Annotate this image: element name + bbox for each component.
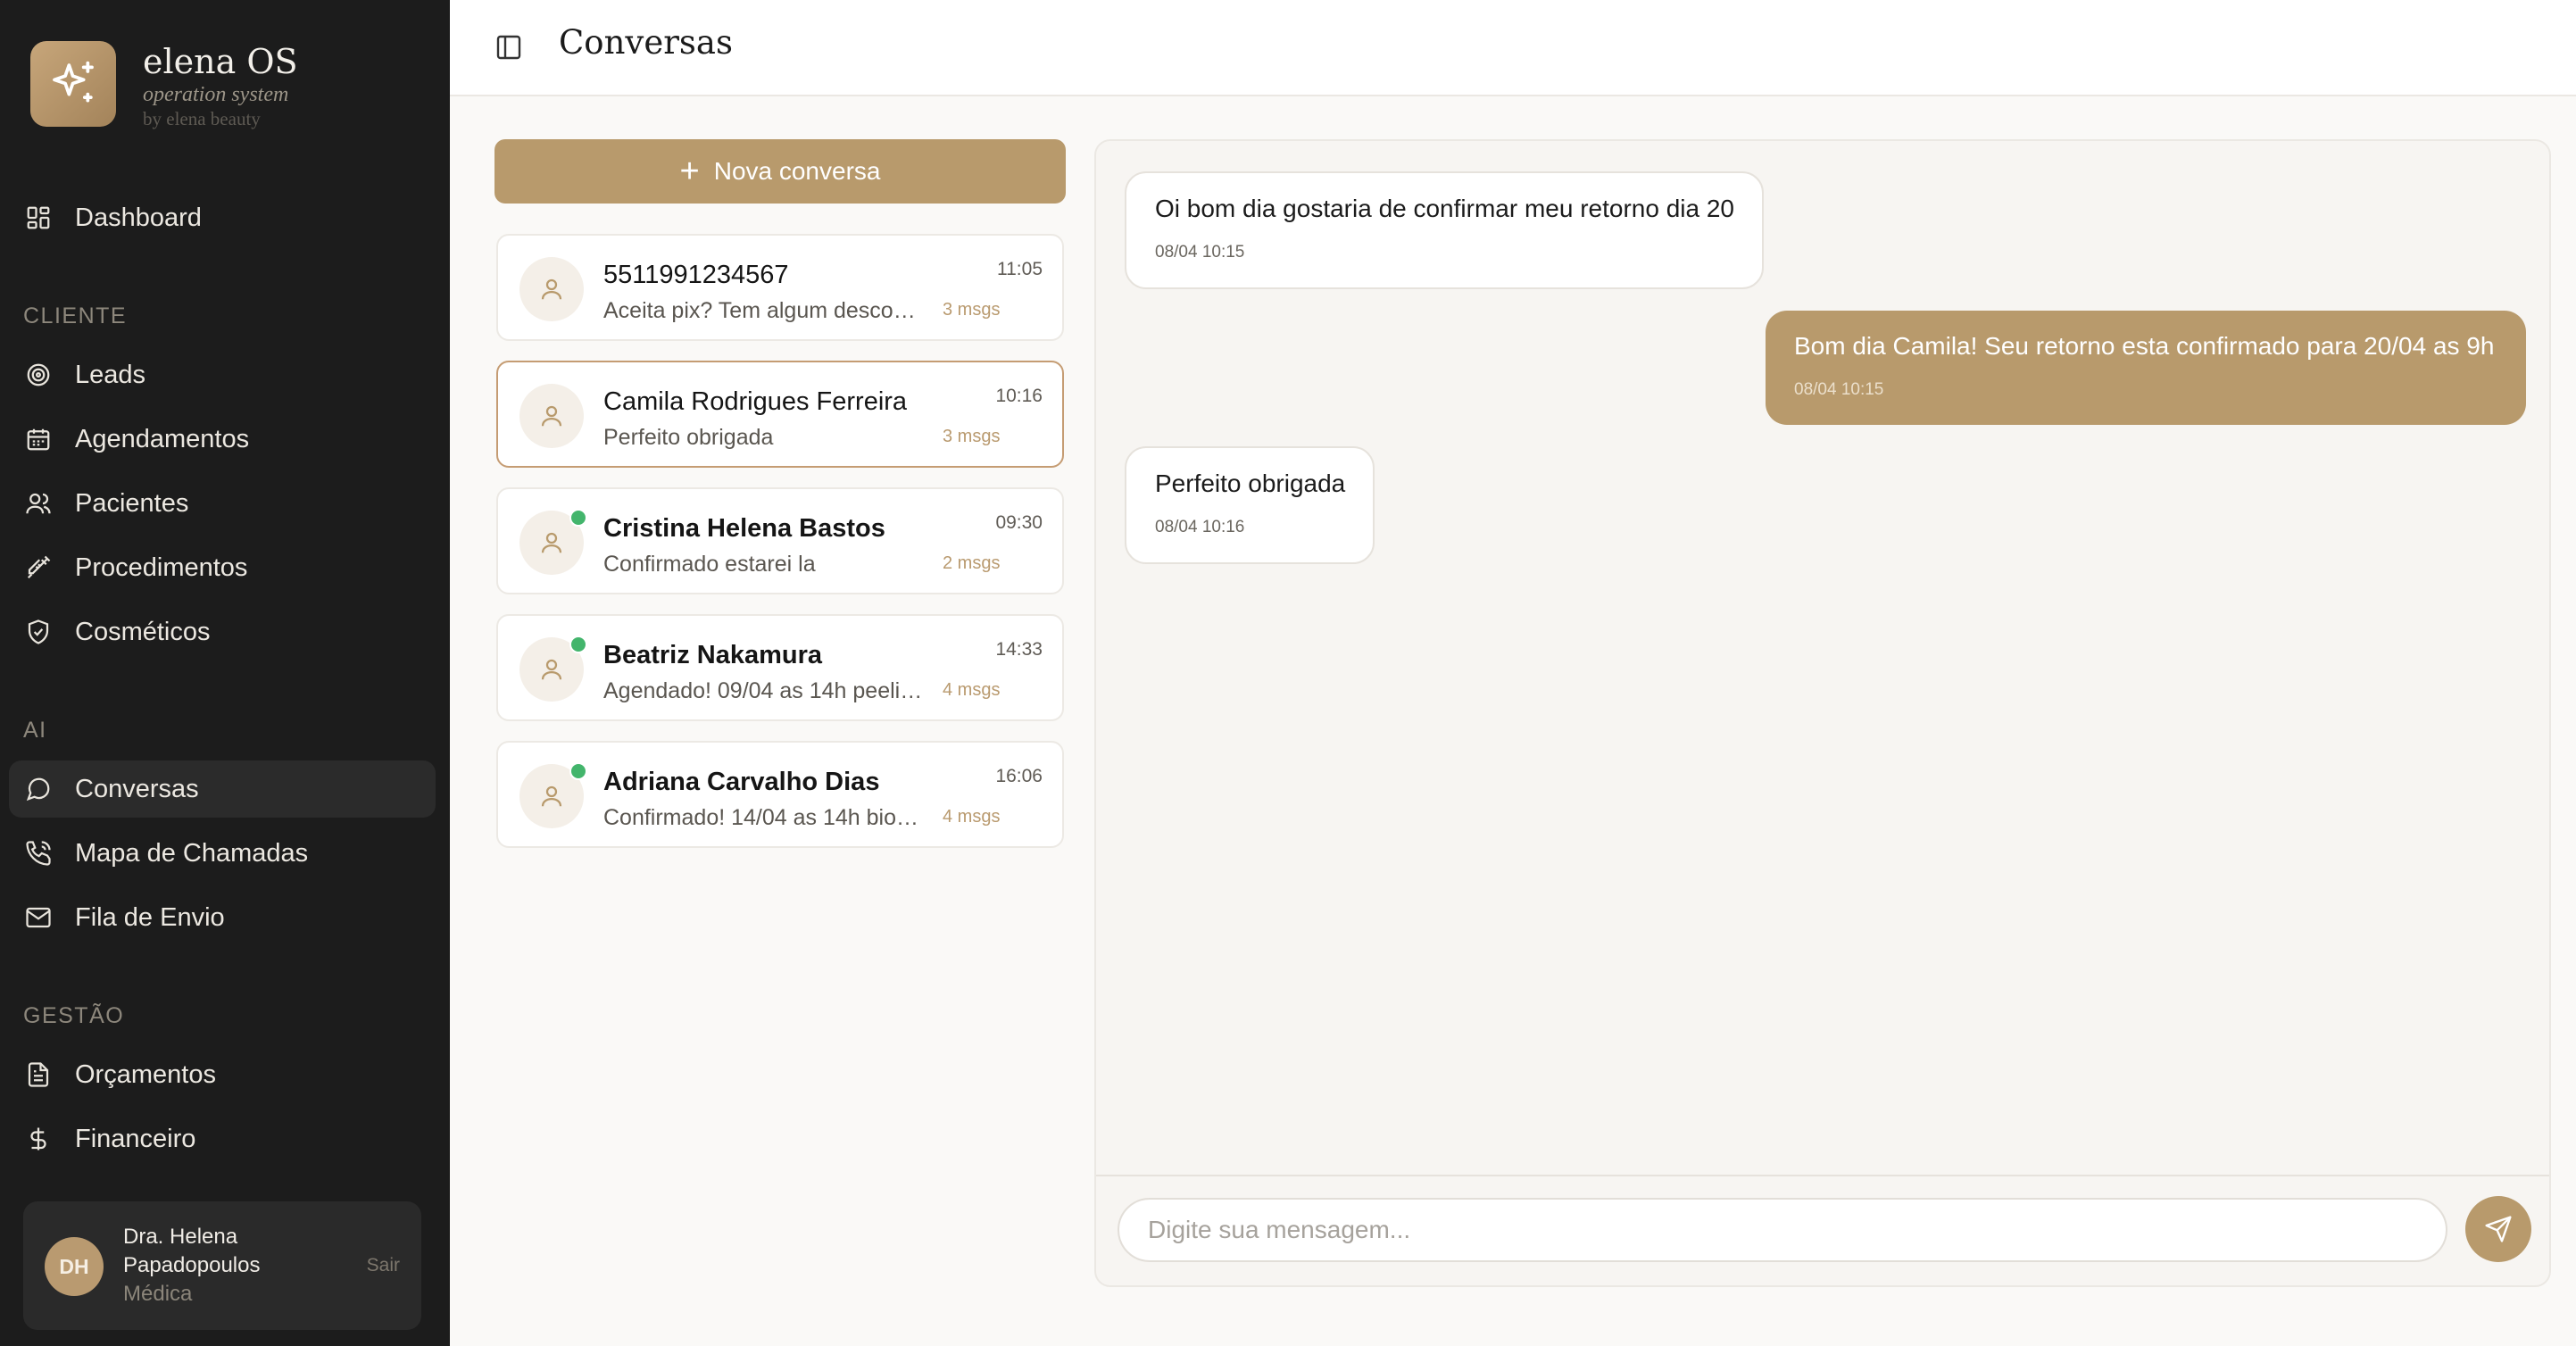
message-bubble-incoming: Perfeito obrigada 08/04 10:16	[1125, 446, 1375, 564]
dashboard-icon	[23, 203, 54, 233]
syringe-icon	[23, 553, 54, 583]
online-status-dot	[569, 636, 587, 653]
sidebar-item-label: Mapa de Chamadas	[75, 838, 309, 868]
top-bar: Conversas	[450, 0, 2576, 96]
brand: elena OS operation system by elena beaut…	[30, 41, 298, 130]
page-title: Conversas	[559, 23, 733, 62]
message-circle-icon	[23, 774, 54, 804]
conversation-count: 4 msgs	[943, 807, 1001, 827]
message-text: Oi bom dia gostaria de confirmar meu ret…	[1155, 195, 1734, 222]
message-bubble-incoming: Oi bom dia gostaria de confirmar meu ret…	[1125, 171, 1764, 289]
sidebar-item-conversas[interactable]: Conversas	[9, 760, 436, 818]
section-label-ai: AI	[23, 718, 47, 743]
sidebar-item-pacientes[interactable]: Pacientes	[9, 475, 436, 532]
sidebar-item-procedimentos[interactable]: Procedimentos	[9, 539, 436, 596]
conversation-count: 3 msgs	[943, 427, 1001, 446]
conversation-item[interactable]: 5511991234567 Aceita pix? Tem algum desc…	[496, 234, 1064, 341]
conversation-name: Adriana Carvalho Dias	[603, 768, 880, 796]
online-status-dot	[569, 762, 587, 780]
send-button[interactable]	[2465, 1196, 2531, 1262]
user-icon	[519, 257, 584, 321]
sidebar-item-label: Procedimentos	[75, 553, 248, 582]
user-role: Médica	[123, 1282, 193, 1306]
chat-panel: Oi bom dia gostaria de confirmar meu ret…	[1094, 139, 2551, 1287]
sidebar-item-label: Cosméticos	[75, 617, 211, 646]
conversation-preview: Confirmado! 14/04 as 14h bioestimulador	[603, 805, 923, 830]
conversation-count: 4 msgs	[943, 680, 1001, 700]
mail-icon	[23, 902, 54, 933]
sidebar-toggle-icon[interactable]	[491, 29, 527, 65]
sidebar-item-label: Leads	[75, 360, 146, 389]
conversation-name: 5511991234567	[603, 261, 789, 289]
sidebar-item-financeiro[interactable]: Financeiro	[9, 1110, 436, 1167]
sidebar: elena OS operation system by elena beaut…	[0, 0, 450, 1346]
sidebar-item-label: Fila de Envio	[75, 902, 225, 932]
conversation-count: 2 msgs	[943, 553, 1001, 573]
calendar-icon	[23, 424, 54, 454]
sidebar-item-label: Agendamentos	[75, 424, 250, 453]
section-label-gestao: GESTÃO	[23, 1003, 125, 1028]
conversation-time: 10:16	[995, 386, 1043, 406]
conversation-item[interactable]: Cristina Helena Bastos Confirmado estare…	[496, 487, 1064, 594]
new-conversation-label: Nova conversa	[713, 157, 881, 185]
avatar: DH	[45, 1237, 104, 1296]
user-card: DH Dra. Helena Papadopoulos Médica Sair	[23, 1201, 421, 1330]
target-icon	[23, 360, 54, 390]
conversation-preview: Perfeito obrigada	[603, 425, 774, 450]
brand-byline: by elena beauty	[143, 108, 261, 129]
shield-check-icon	[23, 617, 54, 647]
sidebar-item-label: Financeiro	[75, 1124, 196, 1153]
conversation-item[interactable]: Beatriz Nakamura Agendado! 09/04 as 14h …	[496, 614, 1064, 721]
conversation-time: 11:05	[997, 259, 1043, 279]
sidebar-item-label: Orçamentos	[75, 1059, 216, 1089]
brand-title: elena OS	[143, 42, 298, 81]
composer-divider	[1096, 1175, 2549, 1176]
sparkles-logo-icon	[30, 41, 116, 127]
conversation-item-selected[interactable]: Camila Rodrigues Ferreira Perfeito obrig…	[496, 361, 1064, 468]
message-text: Perfeito obrigada	[1155, 469, 1346, 497]
online-status-dot	[569, 509, 587, 527]
message-input[interactable]	[1118, 1198, 2447, 1262]
sidebar-item-label: Conversas	[75, 774, 199, 803]
conversation-item[interactable]: Adriana Carvalho Dias Confirmado! 14/04 …	[496, 741, 1064, 848]
message-timestamp: 08/04 10:16	[1155, 518, 1245, 536]
conversation-preview: Confirmado estarei la	[603, 552, 816, 577]
sidebar-item-leads[interactable]: Leads	[9, 346, 436, 403]
conversation-time: 14:33	[995, 639, 1043, 660]
user-name: Dra. Helena Papadopoulos	[123, 1225, 261, 1277]
conversation-preview: Agendado! 09/04 as 14h peeling	[603, 678, 923, 703]
sidebar-item-label: Dashboard	[75, 203, 202, 232]
sidebar-item-mapa-de-chamadas[interactable]: Mapa de Chamadas	[9, 825, 436, 882]
plus-icon: +	[679, 153, 700, 190]
users-icon	[23, 488, 54, 519]
phone-call-icon	[23, 838, 54, 868]
conversation-preview: Aceita pix? Tem algum desconto?	[603, 298, 923, 323]
sidebar-item-cosmeticos[interactable]: Cosméticos	[9, 603, 436, 661]
dollar-icon	[23, 1124, 54, 1154]
sidebar-item-label: Pacientes	[75, 488, 189, 518]
sidebar-item-agendamentos[interactable]: Agendamentos	[9, 411, 436, 468]
sidebar-item-fila-de-envio[interactable]: Fila de Envio	[9, 889, 436, 946]
message-bubble-outgoing: Bom dia Camila! Seu retorno esta confirm…	[1766, 311, 2526, 425]
conversation-name: Cristina Helena Bastos	[603, 514, 885, 543]
conversation-name: Beatriz Nakamura	[603, 641, 822, 669]
logout-button[interactable]: Sair	[367, 1255, 400, 1276]
conversation-time: 09:30	[995, 512, 1043, 533]
new-conversation-button[interactable]: + Nova conversa	[494, 139, 1066, 204]
brand-subtitle: operation system	[143, 83, 289, 106]
conversation-time: 16:06	[995, 766, 1043, 786]
user-icon	[519, 384, 584, 448]
section-label-cliente: CLIENTE	[23, 303, 128, 328]
message-timestamp: 08/04 10:15	[1794, 380, 1884, 399]
message-timestamp: 08/04 10:15	[1155, 243, 1245, 262]
send-icon	[2485, 1216, 2512, 1242]
conversation-name: Camila Rodrigues Ferreira	[603, 387, 908, 416]
conversation-count: 3 msgs	[943, 300, 1001, 320]
sidebar-item-orcamentos[interactable]: Orçamentos	[9, 1046, 436, 1103]
message-text: Bom dia Camila! Seu retorno esta confirm…	[1794, 332, 2495, 360]
sidebar-item-dashboard[interactable]: Dashboard	[9, 189, 436, 246]
file-text-icon	[23, 1059, 54, 1090]
